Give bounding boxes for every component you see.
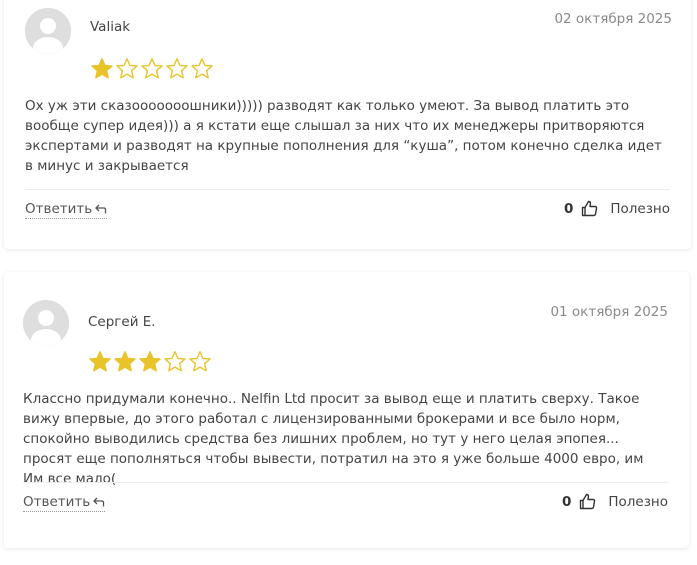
thumbs-up-icon[interactable] xyxy=(579,493,596,510)
review-date: 02 октября 2025 xyxy=(554,11,672,27)
useful-label: Полезно xyxy=(608,493,668,510)
reply-button[interactable]: Ответить xyxy=(25,201,108,219)
avatar xyxy=(23,300,69,346)
star-filled-icon xyxy=(139,351,161,372)
rating-stars xyxy=(90,57,214,81)
review-author: Valiak xyxy=(90,19,131,35)
reply-button[interactable]: Ответить xyxy=(23,494,106,512)
useful-section: 0 Полезно xyxy=(562,493,668,510)
reply-arrow-icon xyxy=(93,497,105,507)
divider xyxy=(25,189,670,190)
rating-stars xyxy=(88,350,212,374)
star-empty-icon xyxy=(189,351,211,372)
star-empty-icon xyxy=(116,58,138,79)
reply-arrow-icon xyxy=(95,204,107,214)
divider xyxy=(23,482,668,483)
star-filled-icon xyxy=(89,351,111,372)
useful-section: 0 Полезно xyxy=(564,200,670,217)
useful-label: Полезно xyxy=(610,200,670,217)
review-text: Классно придумали конечно.. Nelfin Ltd п… xyxy=(23,391,644,487)
user-placeholder-icon xyxy=(25,8,71,54)
star-empty-icon xyxy=(191,58,213,79)
star-empty-icon xyxy=(166,58,188,79)
star-filled-icon xyxy=(114,351,136,372)
useful-count: 0 xyxy=(561,493,572,510)
useful-count: 0 xyxy=(563,200,574,217)
review-author: Сергей Е. xyxy=(88,314,156,330)
star-empty-icon xyxy=(141,58,163,79)
review-date: 01 октября 2025 xyxy=(550,304,668,320)
review-card: Сергей Е. 01 октября 2025 Классно придум… xyxy=(4,272,689,548)
avatar xyxy=(25,8,71,54)
reply-label: Ответить xyxy=(25,201,93,217)
thumbs-up-icon[interactable] xyxy=(581,200,598,217)
user-placeholder-icon xyxy=(23,300,69,346)
review-card: Valiak 02 октября 2025 Ох уж эти сказооо… xyxy=(4,0,691,249)
review-text: Ох уж эти сказооооооошники))))) разводят… xyxy=(25,98,662,174)
star-filled-icon xyxy=(91,58,113,79)
star-empty-icon xyxy=(164,351,186,372)
reply-label: Ответить xyxy=(23,494,91,510)
